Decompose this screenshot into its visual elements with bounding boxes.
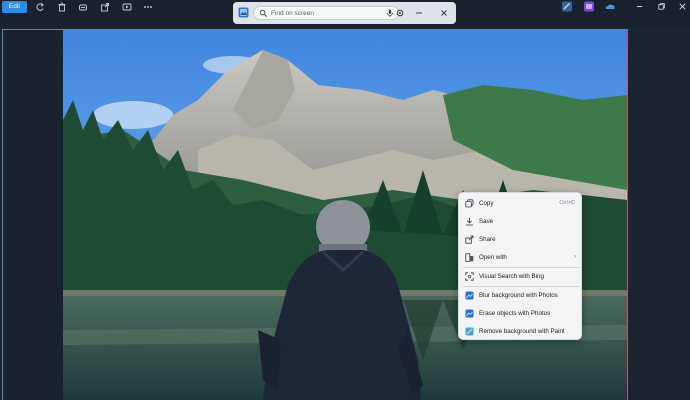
more-icon[interactable] [141,1,155,13]
menu-item-erase-objects[interactable]: Erase objects with Photos [459,306,583,321]
visual-search-icon [465,272,474,281]
chevron-right-icon: › [574,254,576,260]
menu-item-open-with[interactable]: Open with › [459,250,583,265]
microphone-icon[interactable] [386,9,394,18]
menu-item-label: Copy [479,200,494,207]
open-with-icon [465,253,474,262]
save-icon [466,217,473,226]
copy-icon[interactable] [76,1,90,13]
restore-icon [657,3,665,10]
shortcut-text: Ctrl+C [559,200,575,206]
video-icon[interactable] [120,1,134,13]
menu-divider [463,267,579,268]
paint-icon[interactable] [561,1,573,12]
minimize-icon [636,6,642,7]
menu-item-visual-search[interactable]: Visual Search with Bing [459,269,583,284]
paint-icon [465,327,474,336]
menu-item-save[interactable]: Save [459,214,583,229]
menu-item-label: Erase objects with Photos [479,310,551,317]
photos-icon [465,291,474,300]
window-restore-button[interactable] [655,1,667,12]
top-toolbar: Edit Find on screen [0,0,690,27]
menu-item-label: Share [479,236,496,243]
rotate-icon[interactable] [33,1,47,13]
menu-item-label: Visual Search with Bing [479,273,544,280]
search-input[interactable]: Find on screen [253,6,399,20]
menu-item-label: Blur background with Photos [479,292,558,299]
share-icon[interactable] [98,1,112,13]
menu-item-copy[interactable]: Copy Ctrl+C [459,196,583,211]
photos-icon [465,309,474,318]
search-bar-window: Find on screen [233,2,456,24]
minimize-icon[interactable] [414,8,424,18]
menu-item-label: Open with [479,254,507,261]
menu-item-remove-background[interactable]: Remove background with Paint [459,324,583,339]
context-menu: Copy Ctrl+C Save Share Open with › Visua… [458,192,582,340]
onedrive-icon[interactable] [604,1,616,12]
close-icon [678,3,686,10]
search-placeholder: Find on screen [271,10,314,17]
menu-divider [463,286,579,287]
window-minimize-button[interactable] [633,1,645,12]
menu-item-share[interactable]: Share [459,232,583,247]
delete-icon[interactable] [55,1,69,13]
menu-item-blur-background[interactable]: Blur background with Photos [459,288,583,303]
app-icon [238,7,249,18]
settings-icon[interactable] [395,8,405,18]
share-icon [465,235,474,244]
copy-icon [465,199,474,208]
edit-button[interactable]: Edit [2,1,27,13]
search-icon [259,9,267,17]
window-close-button[interactable] [676,1,688,12]
close-icon[interactable] [439,8,449,18]
snipping-tool-window: Edit Find on screen Copy Ctrl+C Save Sha… [0,0,690,400]
menu-item-label: Save [479,218,494,225]
photos-icon[interactable] [583,1,595,12]
menu-item-label: Remove background with Paint [479,328,565,335]
